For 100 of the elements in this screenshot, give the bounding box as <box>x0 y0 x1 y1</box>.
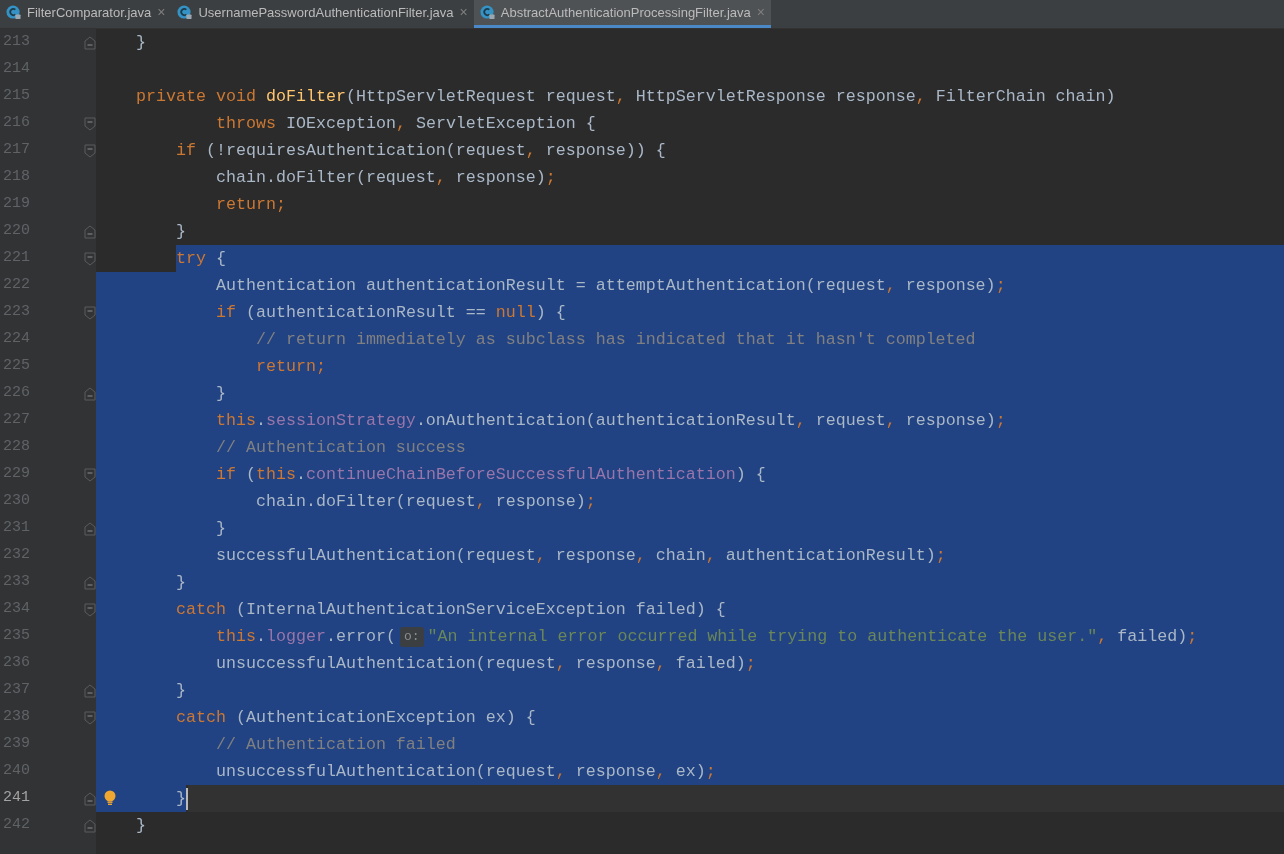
code-token: , <box>535 545 546 567</box>
code-token: response)) { <box>545 140 666 162</box>
code-token: { <box>215 248 226 270</box>
tab-close[interactable]: × <box>459 2 468 23</box>
fold-icon[interactable] <box>84 710 96 725</box>
code-token: , <box>555 761 566 783</box>
code-token: , <box>615 86 626 108</box>
code-token: } <box>175 788 186 810</box>
code-token: } <box>175 680 186 702</box>
code-token: failed) <box>675 653 746 675</box>
fold-icon[interactable] <box>84 224 96 239</box>
lightbulb-icon[interactable] <box>104 790 116 806</box>
code-token: chain.doFilter(request <box>255 491 476 513</box>
java-class-icon <box>479 5 495 20</box>
code-token: return <box>215 194 276 216</box>
code-token: , <box>655 761 666 783</box>
code-token: ; <box>995 410 1006 432</box>
fold-icon[interactable] <box>84 602 96 617</box>
code-token: ( <box>245 464 256 486</box>
editor-tab[interactable]: UsernamePasswordAuthenticationFilter.java × <box>171 0 474 28</box>
code-token: } <box>215 383 226 405</box>
code-comment: // Authentication success <box>215 437 466 459</box>
code-token: if <box>215 302 236 324</box>
code-token: request <box>815 410 886 432</box>
editor-tab[interactable]: FilterComparator.java × <box>0 0 172 28</box>
code-token: doFilter <box>265 86 346 108</box>
code-token: if <box>215 464 236 486</box>
code-token: (!requiresAuthentication(request <box>205 140 526 162</box>
code-token: ; <box>315 356 326 378</box>
fold-icon[interactable] <box>84 575 96 590</box>
fold-icon[interactable] <box>84 116 96 131</box>
fold-icon[interactable] <box>84 791 96 806</box>
code-token: . <box>295 464 306 486</box>
fold-icon[interactable] <box>84 683 96 698</box>
code-token: ) { <box>535 302 566 324</box>
fold-icon[interactable] <box>84 35 96 50</box>
code-token: catch <box>175 707 226 729</box>
code-token: void <box>215 86 256 108</box>
code-token: , <box>915 86 926 108</box>
code-token: FilterChain chain) <box>935 86 1116 108</box>
code-token: (AuthenticationException ex) { <box>235 707 536 729</box>
fold-icon[interactable] <box>84 818 96 833</box>
code-token: failed) <box>1117 626 1188 648</box>
parameter-hint: o: <box>399 626 424 647</box>
code-token: authenticationResult) <box>725 545 936 567</box>
java-class-icon <box>6 5 21 20</box>
code-token: response) <box>905 410 996 432</box>
code-token: catch <box>175 599 226 621</box>
code-token: ; <box>275 194 286 216</box>
code-token: , <box>555 653 566 675</box>
fold-icon[interactable] <box>84 251 96 266</box>
code-token: ServletException { <box>415 113 596 135</box>
code-token: , <box>705 545 716 567</box>
code-token: chain.doFilter(request <box>215 167 436 189</box>
code-token: try <box>176 248 206 270</box>
code-token: } <box>215 518 226 540</box>
code-token: ) { <box>735 464 766 486</box>
code-token: response) <box>455 167 546 189</box>
fold-icon[interactable] <box>84 305 96 320</box>
code-token: this <box>255 464 296 486</box>
fold-icon[interactable] <box>84 467 96 482</box>
code-token: if <box>175 140 196 162</box>
code-token: ex) <box>675 761 706 783</box>
code-token: , <box>1097 626 1108 648</box>
code-token: chain <box>655 545 706 567</box>
string-literal: "An internal error occurred while trying to authenticate the user." <box>427 626 1098 648</box>
tab-label: UsernamePasswordAuthenticationFilter.java <box>198 3 454 22</box>
code-token: } <box>136 815 146 837</box>
code-token: , <box>655 653 666 675</box>
code-token: , <box>525 140 536 162</box>
code-token: IOException <box>285 113 396 135</box>
code-token: ; <box>585 491 596 513</box>
code-token: (InternalAuthenticationServiceException failed) { <box>235 599 726 621</box>
code-token: response) <box>495 491 586 513</box>
code-token: } <box>175 572 186 594</box>
code-token: , <box>475 491 486 513</box>
code-token: , <box>885 275 896 297</box>
tab-label: AbstractAuthenticationProcessingFilter.java <box>500 3 751 22</box>
fold-icon[interactable] <box>84 521 96 536</box>
code-token: } <box>175 221 186 243</box>
code-token: unsuccessfulAuthentication(request <box>215 653 556 675</box>
code-token: , <box>435 167 446 189</box>
code-token: response <box>575 761 656 783</box>
code-token: successfulAuthentication(request <box>215 545 536 567</box>
code-token: ; <box>995 275 1006 297</box>
code-token: return <box>255 356 316 378</box>
code-token: , <box>795 410 806 432</box>
tab-close[interactable]: × <box>157 2 166 23</box>
editor-tab[interactable]: AbstractAuthenticationProcessingFilter.java × <box>473 0 771 28</box>
fold-icon[interactable] <box>84 386 96 401</box>
code-token: ; <box>545 167 556 189</box>
fold-icon[interactable] <box>84 143 96 158</box>
code-token: throws <box>215 113 276 135</box>
code-token: ; <box>745 653 756 675</box>
code-token: null <box>495 302 536 324</box>
code-token: ; <box>705 761 716 783</box>
code-token: (HttpServletRequest request <box>345 86 616 108</box>
code-token: response <box>575 653 656 675</box>
code-token: response <box>555 545 636 567</box>
code-token: , <box>395 113 406 135</box>
